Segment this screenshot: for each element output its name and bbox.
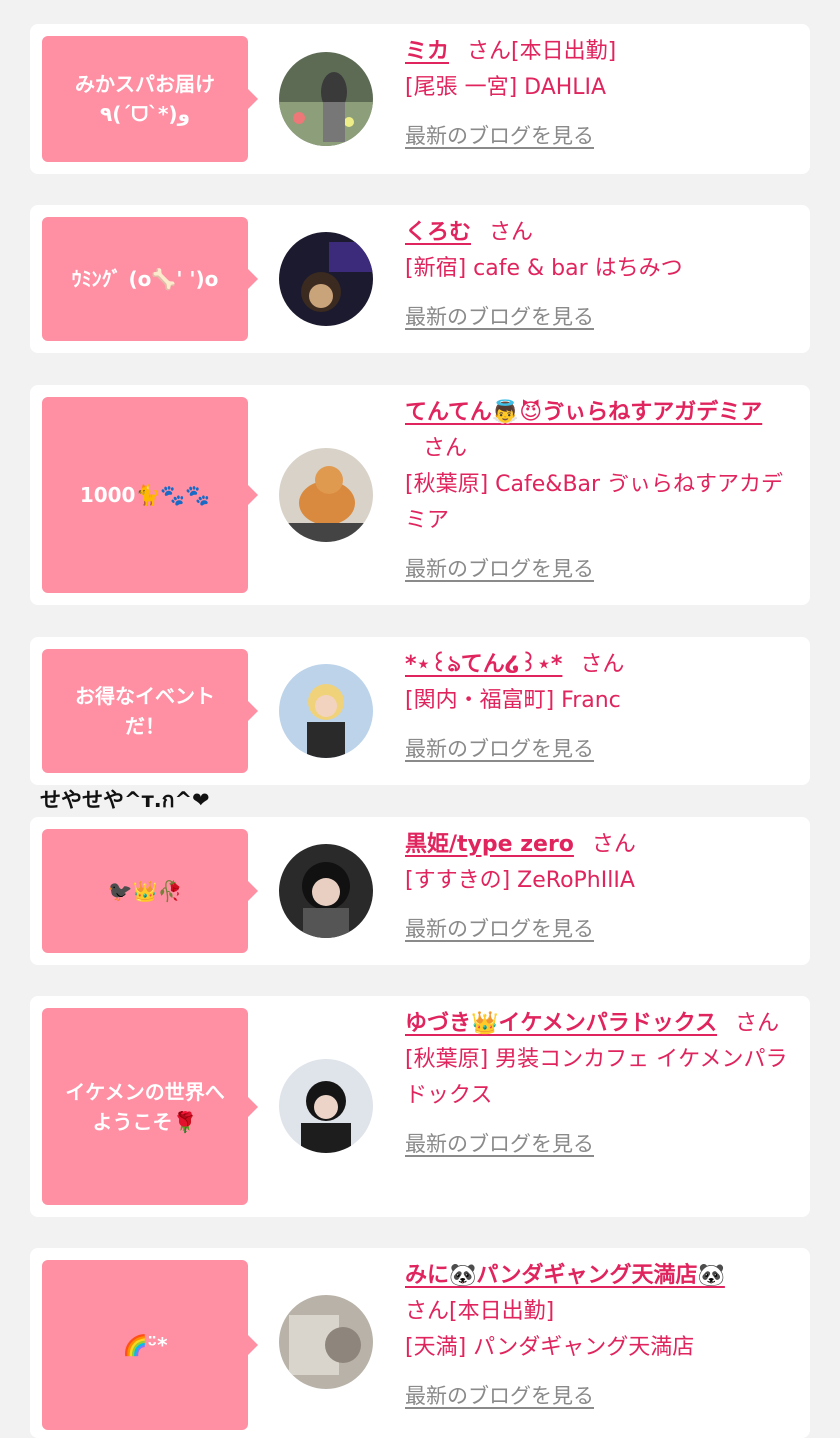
cast-name-link[interactable]: *⋆꒰ঌてん໒꒱⋆* — [405, 652, 562, 677]
cast-card[interactable]: 🌈ᵕ̈* みに🐼パンダギャング天満店🐼 さん[本日出勤] [天満] パンダギャン… — [30, 1248, 810, 1438]
honorific-label: さん — [423, 436, 468, 461]
cast-info: てんてん👼😈ゔぃらねすアガデミアさん [秋葉原] Cafe&Bar ゔぃらねすア… — [405, 395, 797, 588]
latest-blog-link[interactable]: 最新のブログを見る — [405, 911, 594, 947]
avatar[interactable] — [279, 1059, 373, 1153]
latest-blog-link[interactable]: 最新のブログを見る — [405, 299, 594, 335]
shop-label: [新宿] cafe & bar はちみつ — [405, 256, 683, 281]
cast-name-link[interactable]: てんてん👼😈ゔぃらねすアガデミア — [405, 400, 762, 425]
comment-bubble: みかスパお届け ٩(ˊᗜˋ*)و — [42, 36, 258, 162]
cast-card[interactable]: みかスパお届け ٩(ˊᗜˋ*)و ミカ さん[本日出勤] [尾張 一宮] DAHL… — [30, 24, 810, 174]
cast-info: くろむ さん [新宿] cafe & bar はちみつ 最新のブログを見る — [405, 215, 797, 336]
honorific-label: さん — [735, 1011, 780, 1036]
comment-bubble: ｳﾐﾝｸﾞ (o🦴' ')o — [42, 217, 258, 341]
honorific-label: さん[本日出勤] — [467, 39, 617, 64]
avatar[interactable] — [279, 232, 373, 326]
cast-name-link[interactable]: 黒姫/type zero — [405, 832, 574, 857]
cast-name-link[interactable]: ゆづき👑イケメンパラドックス — [405, 1011, 717, 1036]
honorific-label: さん — [591, 832, 636, 857]
cast-card[interactable]: 1000🐈🐾🐾 てんてん👼😈ゔぃらねすアガデミアさん [秋葉原] Cafe&Ba… — [30, 385, 810, 605]
latest-blog-link[interactable]: 最新のブログを見る — [405, 1126, 594, 1162]
cast-name-link[interactable]: ミカ — [405, 39, 449, 64]
honorific-label: さん — [489, 220, 534, 245]
comment-bubble: お得なイベント だ！ — [42, 649, 258, 773]
comment-bubble: 1000🐈🐾🐾 — [42, 397, 258, 593]
cast-info: 黒姫/type zero さん [すすきの] ZeRoPhIlIA 最新のブログを… — [405, 827, 797, 948]
cast-info: *⋆꒰ঌてん໒꒱⋆* さん [関内・福富町] Franc 最新のブログを見る — [405, 647, 797, 768]
comment-bubble: 🐦‍⬛👑🥀 — [42, 829, 258, 953]
latest-blog-link[interactable]: 最新のブログを見る — [405, 118, 594, 154]
cast-card[interactable]: ｳﾐﾝｸﾞ (o🦴' ')o くろむ さん [新宿] cafe & bar はちみ… — [30, 205, 810, 353]
latest-blog-link[interactable]: 最新のブログを見る — [405, 1378, 594, 1414]
honorific-label: さん[本日出勤] — [405, 1299, 555, 1324]
shop-label: [すすきの] ZeRoPhIlIA — [405, 868, 635, 893]
avatar[interactable] — [279, 1295, 373, 1389]
comment-bubble: 🌈ᵕ̈* — [42, 1260, 258, 1430]
latest-blog-link[interactable]: 最新のブログを見る — [405, 551, 594, 587]
overlay-text: せやせや^т.ก^❤ — [40, 788, 210, 812]
shop-label: [関内・福富町] Franc — [405, 688, 621, 713]
cast-card[interactable]: 🐦‍⬛👑🥀 黒姫/type zero さん [すすきの] ZeRoPhIlIA 最… — [30, 817, 810, 965]
comment-bubble: イケメンの世界へ ようこそ🌹 — [42, 1008, 258, 1205]
cast-card[interactable]: イケメンの世界へ ようこそ🌹 ゆづき👑イケメンパラドックス さん [秋葉原] 男装… — [30, 996, 810, 1217]
cast-info: ゆづき👑イケメンパラドックス さん [秋葉原] 男装コンカフェ イケメンパラドック… — [405, 1006, 797, 1163]
shop-label: [秋葉原] 男装コンカフェ イケメンパラドックス — [405, 1047, 788, 1108]
avatar[interactable] — [279, 844, 373, 938]
latest-blog-link[interactable]: 最新のブログを見る — [405, 731, 594, 767]
honorific-label: さん — [580, 652, 625, 677]
cast-info: ミカ さん[本日出勤] [尾張 一宮] DAHLIA 最新のブログを見る — [405, 34, 797, 155]
shop-label: [天満] パンダギャング天満店 — [405, 1335, 695, 1360]
shop-label: [秋葉原] Cafe&Bar ゔぃらねすアカデミア — [405, 472, 784, 533]
avatar[interactable] — [279, 52, 373, 146]
cast-name-link[interactable]: くろむ — [405, 220, 471, 245]
cast-info: みに🐼パンダギャング天満店🐼 さん[本日出勤] [天満] パンダギャング天満店 … — [405, 1258, 797, 1415]
shop-label: [尾張 一宮] DAHLIA — [405, 75, 607, 100]
cast-name-link[interactable]: みに🐼パンダギャング天満店🐼 — [405, 1263, 725, 1288]
cast-card[interactable]: お得なイベント だ！ *⋆꒰ঌてん໒꒱⋆* さん [関内・福富町] Franc 最… — [30, 637, 810, 785]
avatar[interactable] — [279, 448, 373, 542]
avatar[interactable] — [279, 664, 373, 758]
